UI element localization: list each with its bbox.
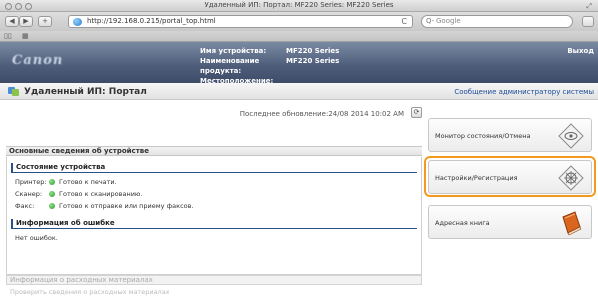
forward-button[interactable]: ▶: [19, 16, 33, 27]
status-text: Готово к сканированию.: [59, 190, 143, 198]
refresh-icon: ⟳: [413, 108, 420, 116]
page-title: Удаленный ИП: Портал: [24, 87, 147, 97]
admin-message-link[interactable]: Сообщение администратору системы: [454, 88, 594, 96]
status-monitor-icon: [558, 123, 584, 149]
device-name-label: Имя устройства:: [200, 47, 267, 55]
bookmarks-book-icon[interactable]: ▯▯: [4, 32, 12, 40]
logout-link[interactable]: Выход: [567, 47, 594, 55]
fullscreen-icon[interactable]: ⤢: [586, 2, 592, 11]
browser-toolbar: ◀ ▶ + http://192.168.0.215/portal_top.ht…: [0, 12, 598, 31]
device-info: Имя устройства: MF220 Series Наименование…: [200, 46, 339, 86]
status-ok-icon: [49, 179, 55, 185]
add-bookmark-button[interactable]: +: [38, 16, 52, 27]
status-label: Сканер:: [15, 190, 43, 198]
logo: Canon: [12, 53, 64, 68]
error-info-text: Нет ошибок.: [15, 234, 58, 242]
top-sites-grid-icon[interactable]: ▦: [22, 32, 29, 40]
status-text: Готово к отправке или приему факсов.: [59, 202, 194, 210]
downloads-button[interactable]: [582, 16, 594, 27]
refresh-button[interactable]: ⟳: [411, 107, 422, 118]
back-button[interactable]: ◀: [5, 16, 19, 27]
status-label: Факс:: [15, 202, 35, 210]
status-ok-icon: [49, 191, 55, 197]
error-info-header: Информация об ошибке: [11, 219, 417, 229]
search-placeholder: Google: [436, 17, 461, 25]
settings-highlight: [424, 156, 596, 197]
basic-info-header: Основные сведения об устройстве: [6, 146, 422, 156]
search-icon: Q-: [426, 17, 435, 25]
bookmarks-bar: ▯▯ ▦: [0, 31, 598, 42]
device-status-header: Состояние устройства: [11, 163, 417, 173]
search-input[interactable]: Q- Google: [421, 15, 573, 28]
product-name-value: MF220 Series: [286, 57, 340, 65]
status-label: Принтер:: [15, 178, 47, 186]
address-bar[interactable]: http://192.168.0.215/portal_top.html C: [68, 15, 413, 28]
status-ok-icon: [49, 203, 55, 209]
last-updated-text: Последнее обновление:24/08 2014 10:02 AM: [239, 110, 404, 118]
menu-item-status-monitor[interactable]: Монитор состояния/Отмена: [428, 118, 592, 152]
window-titlebar: Удаленный ИП: Портал: MF220 Series: MF22…: [0, 0, 598, 12]
device-name-value: MF220 Series: [286, 47, 340, 55]
consumables-link[interactable]: Проверить сведения о расходных материала…: [10, 288, 170, 296]
menu-item-address-book[interactable]: Адресная книга: [428, 205, 592, 239]
status-text: Готово к печати.: [59, 178, 117, 186]
address-book-icon: [562, 211, 582, 236]
address-url: http://192.168.0.215/portal_top.html: [87, 17, 216, 25]
product-name-label: Наименование продукта:: [200, 57, 260, 75]
window-title: Удаленный ИП: Портал: MF220 Series: MF22…: [204, 1, 394, 9]
portal-title-bar: Удаленный ИП: Портал Сообщение администр…: [0, 83, 598, 100]
reload-icon[interactable]: C: [401, 16, 407, 27]
menu-item-label: Монитор состояния/Отмена: [435, 132, 531, 140]
page-header: Canon Имя устройства: MF220 Series Наимен…: [0, 42, 598, 86]
site-globe-icon: [73, 18, 82, 26]
basic-info-section: Состояние устройства Принтер: Готово к п…: [6, 157, 422, 275]
main-panel: Последнее обновление:24/08 2014 10:02 AM…: [6, 100, 422, 302]
consumables-header[interactable]: Информация о расходных материалах: [6, 275, 422, 285]
portal-home-icon: [8, 87, 19, 96]
menu-item-label: Адресная книга: [435, 219, 490, 227]
